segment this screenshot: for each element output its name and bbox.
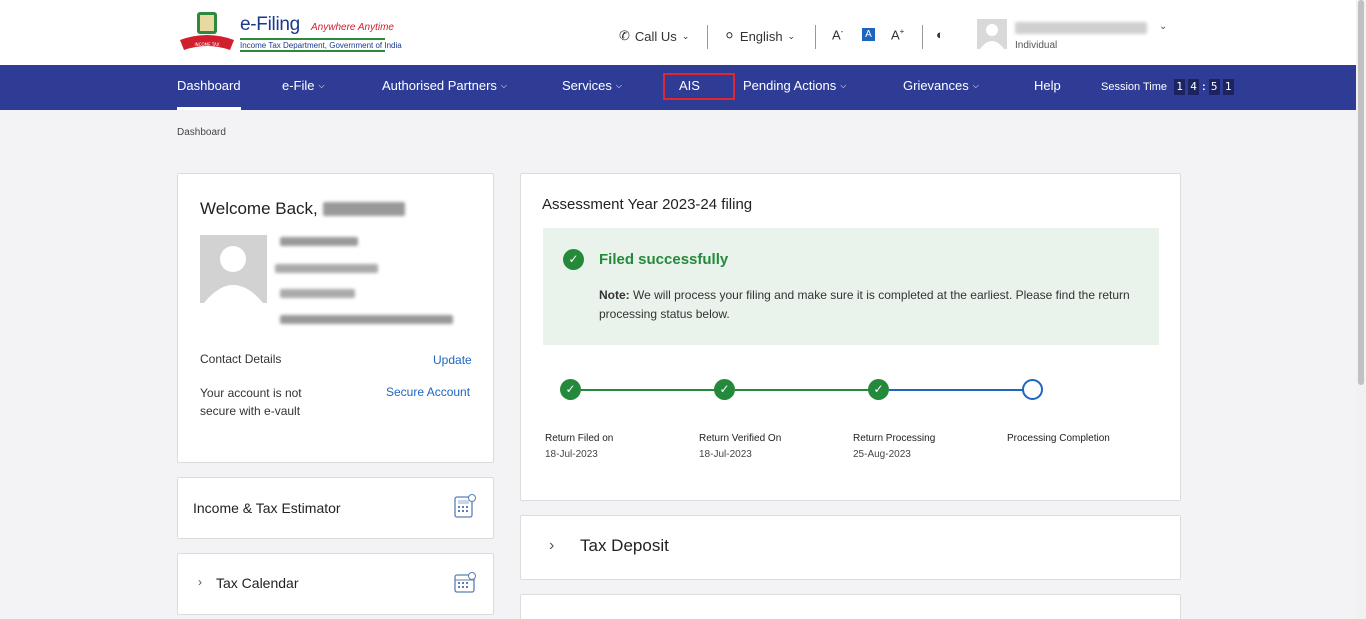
step-complete-icon: ✓	[868, 379, 889, 400]
estimator-title: Income & Tax Estimator	[193, 500, 341, 516]
brand-name: e-Filing	[240, 14, 300, 35]
nav-services[interactable]: Services ⌵	[562, 65, 622, 110]
chevron-down-icon: ⌄	[787, 30, 796, 41]
breadcrumb[interactable]: Dashboard	[177, 127, 226, 138]
step-label: Return Filed on	[545, 433, 614, 444]
chevron-down-icon[interactable]: ⌄	[1159, 21, 1167, 32]
user-first-name-masked	[322, 202, 405, 216]
aadhaar-masked	[275, 264, 378, 273]
success-banner: ✓ Filed successfully Note: We will proce…	[543, 228, 1159, 345]
nav-help[interactable]: Help	[1034, 65, 1061, 110]
secure-account-link[interactable]: Secure Account	[386, 385, 470, 399]
globe-icon: ⚪	[724, 28, 735, 43]
check-circle-icon: ✓	[563, 249, 584, 270]
nav-dashboard[interactable]: Dashboard	[177, 65, 241, 110]
efiling-logo[interactable]: INCOME TAX e-Filing Anywhere Anytime Inc…	[178, 10, 402, 52]
scrollbar-thumb[interactable]	[1358, 0, 1364, 385]
progress-line-complete	[581, 389, 725, 391]
call-us-dropdown[interactable]: ✆ Call Us ⌄	[619, 28, 689, 44]
step-label: Processing Completion	[1007, 433, 1110, 444]
filed-successfully-text: Filed successfully	[599, 251, 729, 268]
chevron-down-icon: ⌵	[840, 81, 847, 90]
department-name: Income Tax Department, Government of Ind…	[240, 38, 402, 52]
tax-calendar-card[interactable]: › Tax Calendar	[177, 553, 494, 615]
divider	[707, 25, 708, 49]
chevron-down-icon: ⌵	[615, 81, 622, 90]
phone-icon: ✆	[619, 28, 630, 43]
session-label: Session Time	[1101, 81, 1168, 93]
header: INCOME TAX e-Filing Anywhere Anytime Inc…	[0, 0, 1356, 65]
filing-status-card: Assessment Year 2023-24 filing ✓ Filed s…	[520, 173, 1181, 501]
user-avatar[interactable]	[977, 19, 1007, 49]
calendar-icon	[454, 572, 476, 593]
note-label: Note:	[599, 288, 630, 302]
session-digit: 1	[1222, 79, 1234, 95]
brand-tagline: Anywhere Anytime	[311, 22, 394, 33]
ais-highlight	[663, 73, 735, 100]
session-colon: :	[1202, 81, 1206, 93]
chevron-down-icon: ⌵	[972, 81, 979, 90]
calculator-icon	[454, 494, 476, 518]
svg-text:INCOME TAX: INCOME TAX	[195, 42, 220, 47]
language-label: English	[739, 28, 783, 44]
tax-calendar-title: Tax Calendar	[216, 575, 299, 591]
call-us-label: Call Us	[634, 28, 677, 44]
contact-details-label: Contact Details	[200, 352, 282, 366]
note-text: We will process your filing and make sur…	[599, 288, 1130, 321]
pan-masked	[280, 237, 358, 246]
step-date: 18-Jul-2023	[545, 449, 598, 460]
step-label: Return Verified On	[699, 433, 782, 444]
chevron-right-icon: ›	[198, 575, 202, 589]
profile-avatar	[200, 235, 267, 303]
chevron-right-icon: ›	[549, 537, 555, 554]
chevron-down-icon: ⌄	[681, 30, 690, 41]
progress-line-pending	[889, 389, 1023, 391]
income-tax-estimator-card[interactable]: Income & Tax Estimator	[177, 477, 494, 539]
chevron-down-icon: ⌵	[500, 81, 507, 90]
user-name-masked[interactable]	[1015, 22, 1147, 34]
session-timer: Session Time 1 4 : 5 1	[1101, 79, 1234, 95]
font-normal-button[interactable]: A	[862, 28, 875, 41]
next-card-partial[interactable]	[520, 594, 1181, 619]
language-dropdown[interactable]: ⚪ English ⌄	[724, 28, 795, 44]
nav-efile[interactable]: e-File ⌵	[282, 65, 325, 110]
nav-pending-actions[interactable]: Pending Actions ⌵	[743, 65, 846, 110]
contrast-icon[interactable]: ◐	[936, 27, 944, 42]
step-date: 18-Jul-2023	[699, 449, 752, 460]
nav-authorised-partners[interactable]: Authorised Partners ⌵	[382, 65, 507, 110]
step-pending-icon	[1022, 379, 1043, 400]
tax-deposit-card[interactable]: › Tax Deposit	[520, 515, 1181, 580]
step-label: Return Processing	[853, 433, 936, 444]
tax-deposit-title: Tax Deposit	[580, 536, 669, 555]
mobile-masked	[280, 289, 355, 298]
update-link[interactable]: Update	[433, 353, 472, 367]
assessment-year-title: Assessment Year 2023-24 filing	[542, 196, 753, 213]
step-date: 25-Aug-2023	[853, 449, 911, 460]
font-decrease-button[interactable]: A-	[832, 27, 843, 42]
session-digit: 1	[1174, 79, 1186, 95]
nav-grievances[interactable]: Grievances ⌵	[903, 65, 979, 110]
session-digit: 5	[1208, 79, 1220, 95]
user-type: Individual	[1015, 40, 1058, 51]
divider	[922, 25, 923, 49]
filing-note: Note: We will process your filing and ma…	[599, 286, 1139, 324]
email-masked	[280, 315, 453, 324]
step-complete-icon: ✓	[560, 379, 581, 400]
welcome-text: Welcome Back,	[200, 199, 405, 219]
chevron-down-icon: ⌵	[318, 81, 325, 90]
progress-line-complete	[735, 389, 879, 391]
scrollbar[interactable]	[1356, 0, 1366, 619]
font-increase-button[interactable]: A+	[891, 27, 904, 42]
divider	[815, 25, 816, 49]
evault-text: Your account is not secure with e-vault	[200, 386, 302, 418]
profile-card: Welcome Back, Contact Details Update You…	[177, 173, 494, 463]
emblem-icon: INCOME TAX	[180, 12, 234, 50]
step-complete-icon: ✓	[714, 379, 735, 400]
session-digit: 4	[1188, 79, 1200, 95]
